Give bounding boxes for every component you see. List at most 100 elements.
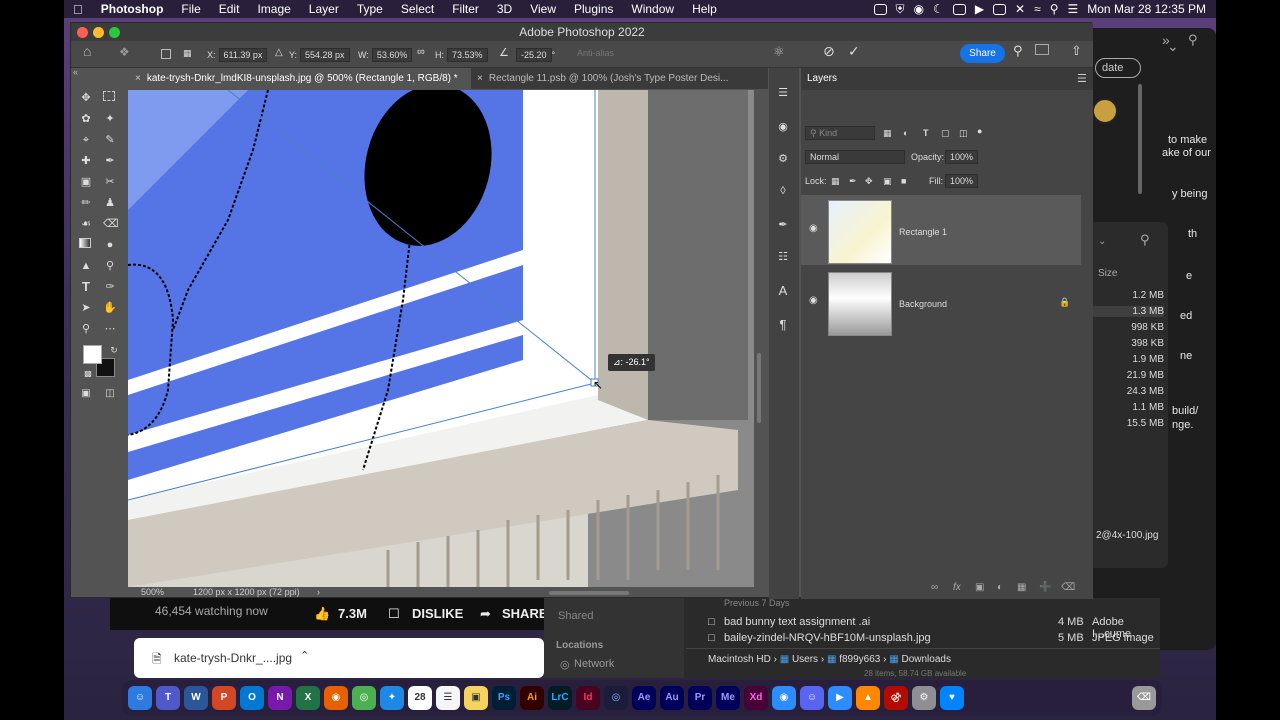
paragraph-icon[interactable]: ¶	[776, 318, 790, 332]
column-size-header[interactable]: Size	[1098, 268, 1117, 279]
zoom-tool-icon[interactable]: ⚲	[79, 322, 93, 336]
adjustments-icon[interactable]: ⚙	[776, 152, 790, 166]
menu-app-photoshop[interactable]: Photoshop	[92, 2, 173, 16]
dodge-tool-icon[interactable]: ▲	[79, 259, 93, 273]
cancel-transform-icon[interactable]: ⊘	[823, 43, 835, 60]
like-count[interactable]: 7.3M	[338, 606, 367, 621]
y-input[interactable]: 554.28 px	[300, 48, 350, 62]
more-tools-icon[interactable]: ⋯	[103, 322, 117, 336]
menu-file[interactable]: File	[172, 2, 209, 16]
dock-onenote[interactable]: N	[268, 686, 292, 710]
foreground-color-swatch[interactable]	[83, 345, 102, 364]
quick-mask-icon[interactable]: ▣	[79, 387, 93, 401]
mask-icon[interactable]: ▣	[975, 582, 984, 593]
path-selection-icon[interactable]: ➤	[79, 301, 93, 315]
path-users[interactable]: Users	[792, 654, 818, 665]
move-tool-icon[interactable]: ✥	[79, 91, 93, 105]
bluetooth-icon[interactable]: ✕	[1015, 2, 1025, 16]
reference-point-icon[interactable]: ▦	[183, 48, 192, 59]
moon-icon[interactable]: ☾	[933, 2, 944, 16]
lock-position-icon[interactable]: ✥	[865, 176, 873, 187]
dislike-button[interactable]: DISLIKE	[412, 606, 463, 621]
chevron-up-icon[interactable]: ⌃	[300, 649, 309, 662]
search-icon[interactable]: ⚲	[1188, 32, 1198, 48]
magnify-icon[interactable]: ⚲	[103, 259, 117, 273]
menu-3d[interactable]: 3D	[488, 2, 521, 16]
dock-lightroom-classic[interactable]: LrC	[548, 686, 572, 710]
horizontal-scrollbar[interactable]	[549, 591, 629, 595]
dock-premiere[interactable]: Pr	[688, 686, 712, 710]
dock-after-effects[interactable]: Ae	[632, 686, 656, 710]
dock-finder[interactable]: ☺	[128, 686, 152, 710]
window-icon[interactable]	[952, 3, 966, 15]
dock-photoshop[interactable]: Ps	[492, 686, 516, 710]
trash-icon[interactable]: ⌫	[1061, 582, 1075, 593]
group-icon[interactable]: ▦	[1017, 582, 1026, 593]
layer-name[interactable]: Rectangle 1	[899, 227, 947, 237]
filter-type-icon[interactable]: T	[923, 128, 929, 138]
commit-transform-icon[interactable]: ✓	[848, 43, 860, 60]
nav-forward-icon[interactable]: »	[1162, 32, 1170, 48]
filter-adjustment-icon[interactable]: ◐	[903, 128, 908, 138]
search-icon[interactable]: ⚲	[1013, 43, 1023, 59]
workspace-icon[interactable]	[1035, 44, 1049, 55]
path-user[interactable]: f899y663	[839, 654, 880, 665]
frame-tool-icon[interactable]: ▣	[79, 175, 93, 189]
height-input[interactable]: 73.53%	[447, 48, 488, 62]
filter-kind-select[interactable]: ⚲ Kind	[805, 126, 875, 140]
export-icon[interactable]: ⇧	[1071, 43, 1082, 59]
dock-teams[interactable]: T	[156, 686, 180, 710]
transform-tool-icon[interactable]: ❖	[119, 45, 130, 59]
dock-firefox[interactable]: ◉	[324, 686, 348, 710]
menu-filter[interactable]: Filter	[443, 2, 488, 16]
pencil-icon[interactable]: ✏	[79, 196, 93, 210]
dock-zoom[interactable]: ◉	[772, 686, 796, 710]
properties-icon[interactable]: ☷	[776, 250, 790, 264]
close-icon[interactable]: ×	[135, 73, 141, 84]
play-icon[interactable]: ▶	[975, 2, 984, 16]
document-canvas[interactable]: ⊿: -26.1° ↖	[128, 90, 754, 587]
healing-brush-icon[interactable]: ✚	[79, 154, 93, 168]
default-colors-icon[interactable]: ▩	[81, 367, 95, 381]
fx-icon[interactable]: fx	[953, 582, 961, 593]
lock-image-icon[interactable]: ✒	[849, 176, 857, 187]
like-icon[interactable]: 👍	[314, 606, 330, 622]
share-button[interactable]: Share	[960, 44, 1005, 63]
lock-all-icon[interactable]: ■	[901, 176, 906, 186]
clock[interactable]: Mon Mar 28 12:35 PM	[1087, 2, 1206, 16]
menu-select[interactable]: Select	[392, 2, 443, 16]
crop-tool-icon[interactable]: ⌖	[79, 133, 93, 147]
filter-smart-icon[interactable]: ◫	[959, 128, 968, 139]
dock-bridge[interactable]: ◎	[604, 686, 628, 710]
eraser-icon[interactable]: ⌫	[103, 217, 119, 231]
gradient-tool-icon[interactable]	[79, 238, 91, 248]
dock-media-encoder[interactable]: Me	[716, 686, 740, 710]
new-layer-icon[interactable]: ➕	[1039, 582, 1051, 593]
dock-outlook[interactable]: O	[240, 686, 264, 710]
angle-input[interactable]: -25.20	[516, 48, 552, 62]
file-name[interactable]: bad bunny text assignment .ai	[724, 616, 870, 628]
menu-edit[interactable]: Edit	[210, 2, 249, 16]
shield-icon[interactable]: ⛨	[896, 2, 905, 17]
paths-icon[interactable]: ◊	[776, 184, 790, 198]
chevron-right-icon[interactable]: ›	[317, 587, 320, 597]
menu-window[interactable]: Window	[622, 2, 683, 16]
history-icon[interactable]: ☰	[776, 86, 790, 100]
vertical-scrollbar[interactable]	[757, 353, 761, 423]
dock-chrome[interactable]: ◎	[352, 686, 376, 710]
path-downloads[interactable]: Downloads	[901, 654, 950, 665]
dock-audition[interactable]: Au	[660, 686, 684, 710]
lock-artboard-icon[interactable]: ▣	[883, 176, 892, 187]
link-icon[interactable]: ∞	[417, 46, 425, 58]
dock-safari[interactable]: ✦	[380, 686, 404, 710]
dock-zoom-meetings[interactable]: ▶	[828, 686, 852, 710]
eyedropper-icon[interactable]: ✎	[103, 133, 117, 147]
home-icon[interactable]: ⌂	[83, 43, 91, 59]
menu-image[interactable]: Image	[248, 2, 299, 16]
download-filename[interactable]: kate-trysh-Dnkr_....jpg	[174, 651, 292, 665]
lasso-tool-icon[interactable]: ✿	[79, 112, 93, 126]
path-macintosh-hd[interactable]: Macintosh HD	[708, 654, 771, 665]
sidebar-item-network[interactable]: Network	[574, 658, 614, 670]
dock-trash[interactable]: ⌫	[1132, 686, 1156, 710]
lock-transparent-icon[interactable]: ▦	[831, 176, 840, 187]
